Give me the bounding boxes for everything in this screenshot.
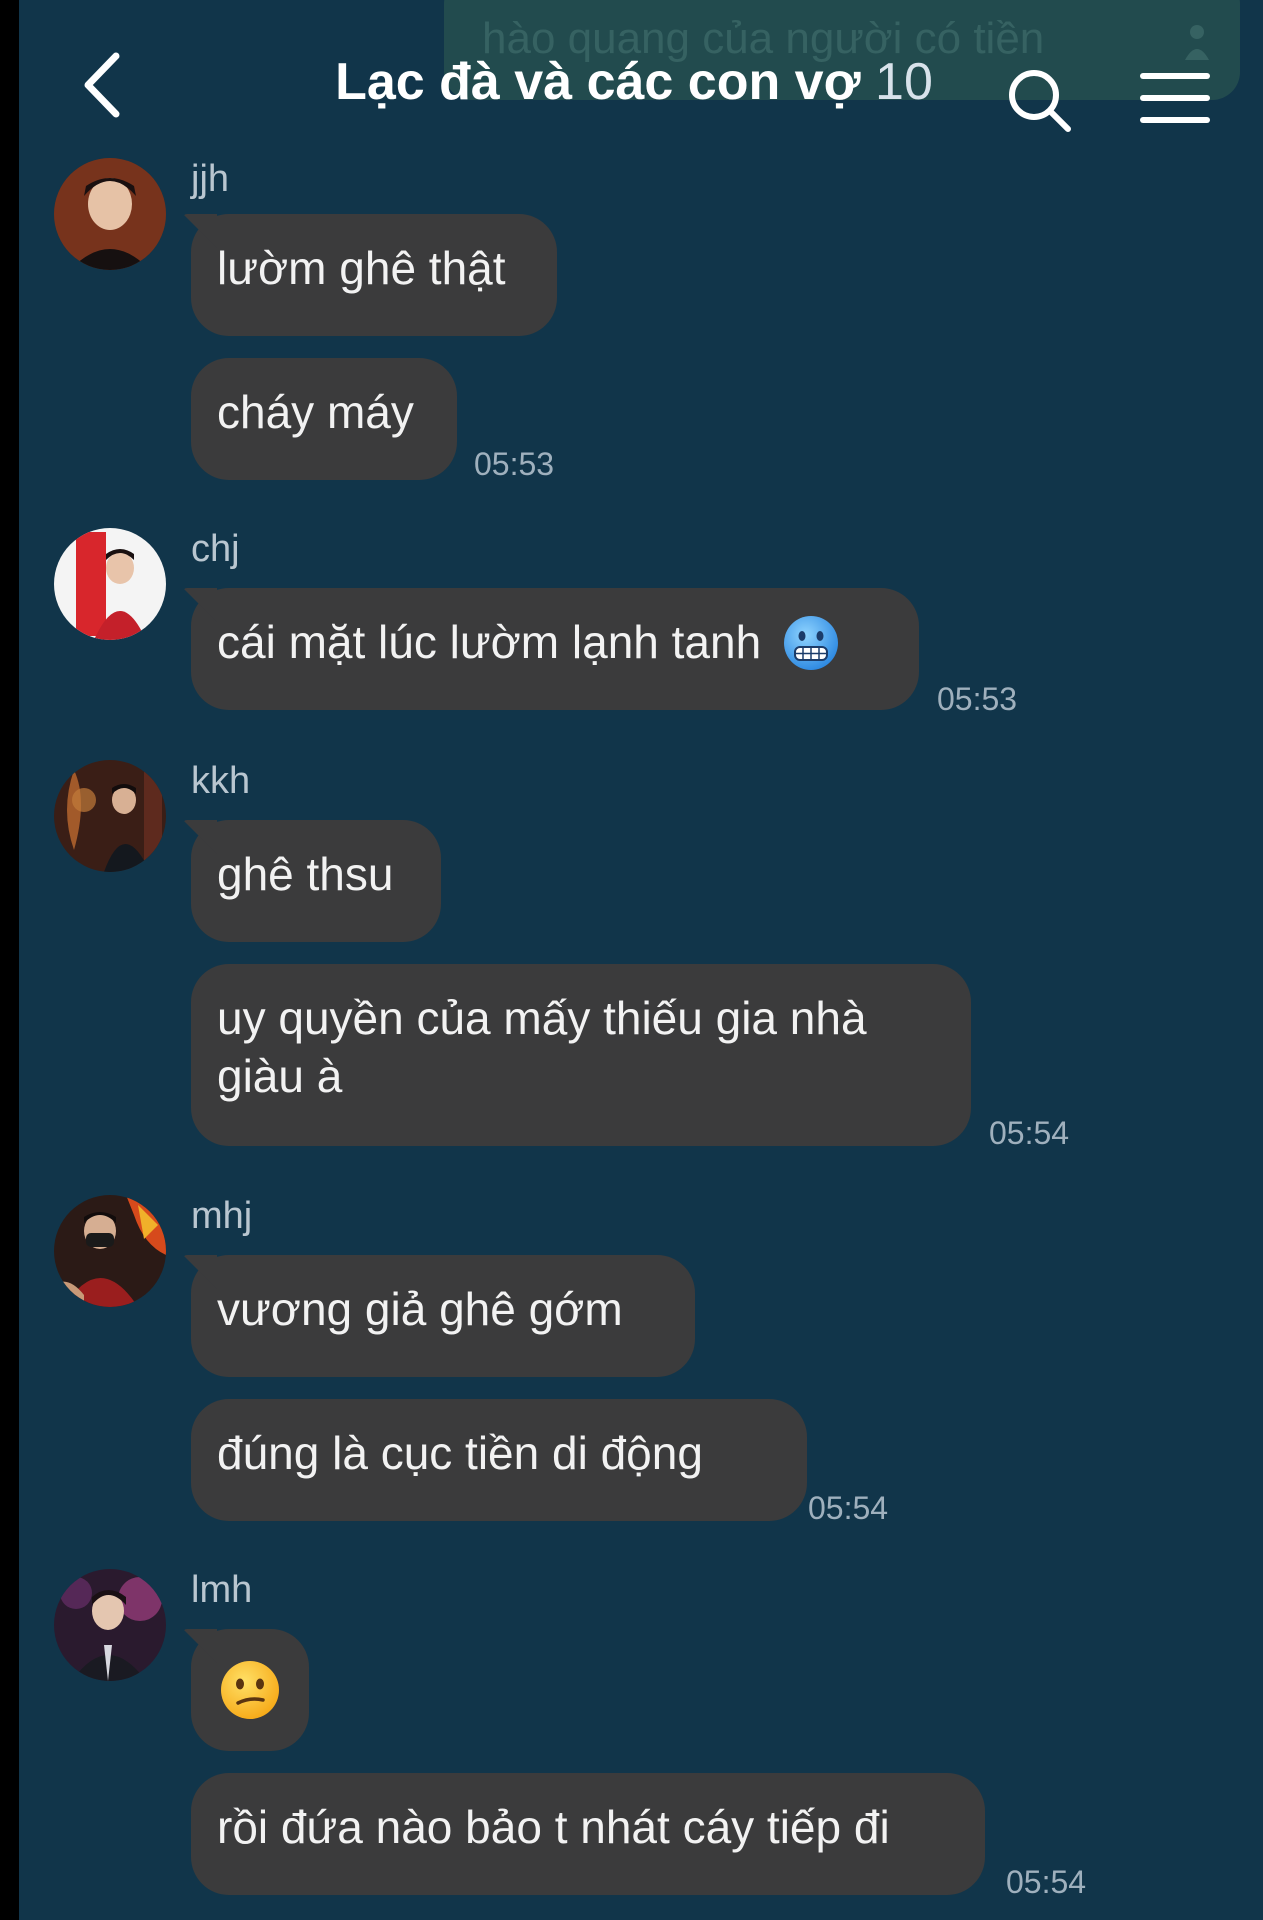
avatar[interactable] bbox=[54, 528, 166, 640]
message-text: lườm ghê thật bbox=[217, 242, 506, 294]
message-text: vương giả ghê gớm bbox=[217, 1283, 623, 1335]
search-icon[interactable] bbox=[1004, 65, 1074, 135]
message-group: mhj vương giả ghê gớm đúng là cục tiền d… bbox=[19, 1195, 1263, 1535]
message-time: 05:54 bbox=[1006, 1864, 1087, 1900]
message-bubble[interactable]: cháy máy bbox=[191, 358, 457, 480]
message-time: 05:53 bbox=[474, 446, 555, 482]
person-icon bbox=[1185, 25, 1209, 60]
hamburger-menu-icon[interactable] bbox=[1139, 68, 1211, 128]
sender-name: mhj bbox=[191, 1195, 253, 1237]
message-bubble[interactable]: rồi đứa nào bảo t nhát cáy tiếp đi bbox=[191, 1773, 985, 1895]
chat-screen: hào quang của người có tiền Lạc đà và cá… bbox=[19, 0, 1263, 1920]
cold-face-emoji bbox=[783, 615, 838, 670]
message-text: uy quyền của mấy thiếu gia nhà giàu à bbox=[217, 992, 867, 1102]
avatar[interactable] bbox=[54, 760, 166, 872]
message-bubble[interactable]: lườm ghê thật bbox=[191, 214, 557, 336]
chat-title[interactable]: Lạc đà và các con vợ 10 bbox=[219, 52, 1049, 112]
sender-name: chj bbox=[191, 528, 240, 570]
avatar[interactable] bbox=[54, 158, 166, 270]
message-text: rồi đứa nào bảo t nhát cáy tiếp đi bbox=[217, 1801, 890, 1853]
message-text: đúng là cục tiền di động bbox=[217, 1427, 703, 1479]
message-bubble[interactable] bbox=[191, 1629, 309, 1751]
message-bubble[interactable]: uy quyền của mấy thiếu gia nhà giàu à bbox=[191, 964, 971, 1146]
message-time: 05:54 bbox=[989, 1115, 1070, 1151]
message-time: 05:54 bbox=[808, 1490, 889, 1526]
message-bubble[interactable]: đúng là cục tiền di động bbox=[191, 1399, 807, 1521]
avatar[interactable] bbox=[54, 1569, 166, 1681]
message-group: chj cái mặt lúc lườm lạnh tanh 05:53 bbox=[19, 528, 1263, 728]
chevron-left-icon[interactable] bbox=[74, 50, 134, 120]
message-group: jjh lườm ghê thật cháy máy 05:53 bbox=[19, 158, 1263, 488]
sender-name: jjh bbox=[191, 158, 230, 200]
message-group: lmh rồi đứa nào bảo t nhát cáy tiếp đi 0… bbox=[19, 1569, 1263, 1919]
confused-face-emoji bbox=[221, 1661, 279, 1719]
message-text: ghê thsu bbox=[217, 848, 394, 900]
message-group: kkh ghê thsu uy quyền của mấy thiếu gia … bbox=[19, 760, 1263, 1160]
message-bubble[interactable]: ghê thsu bbox=[191, 820, 441, 942]
sender-name: kkh bbox=[191, 760, 251, 802]
message-bubble[interactable]: cái mặt lúc lườm lạnh tanh bbox=[191, 588, 919, 710]
group-name: Lạc đà và các con vợ bbox=[335, 53, 861, 111]
message-time: 05:53 bbox=[937, 681, 1018, 717]
message-text: cái mặt lúc lườm lạnh tanh bbox=[217, 616, 762, 668]
chat-header: hào quang của người có tiền Lạc đà và cá… bbox=[19, 0, 1263, 150]
member-count: 10 bbox=[875, 53, 933, 111]
avatar[interactable] bbox=[54, 1195, 166, 1307]
sender-name: lmh bbox=[191, 1569, 253, 1611]
message-bubble[interactable]: vương giả ghê gớm bbox=[191, 1255, 695, 1377]
message-text: cháy máy bbox=[217, 386, 414, 438]
